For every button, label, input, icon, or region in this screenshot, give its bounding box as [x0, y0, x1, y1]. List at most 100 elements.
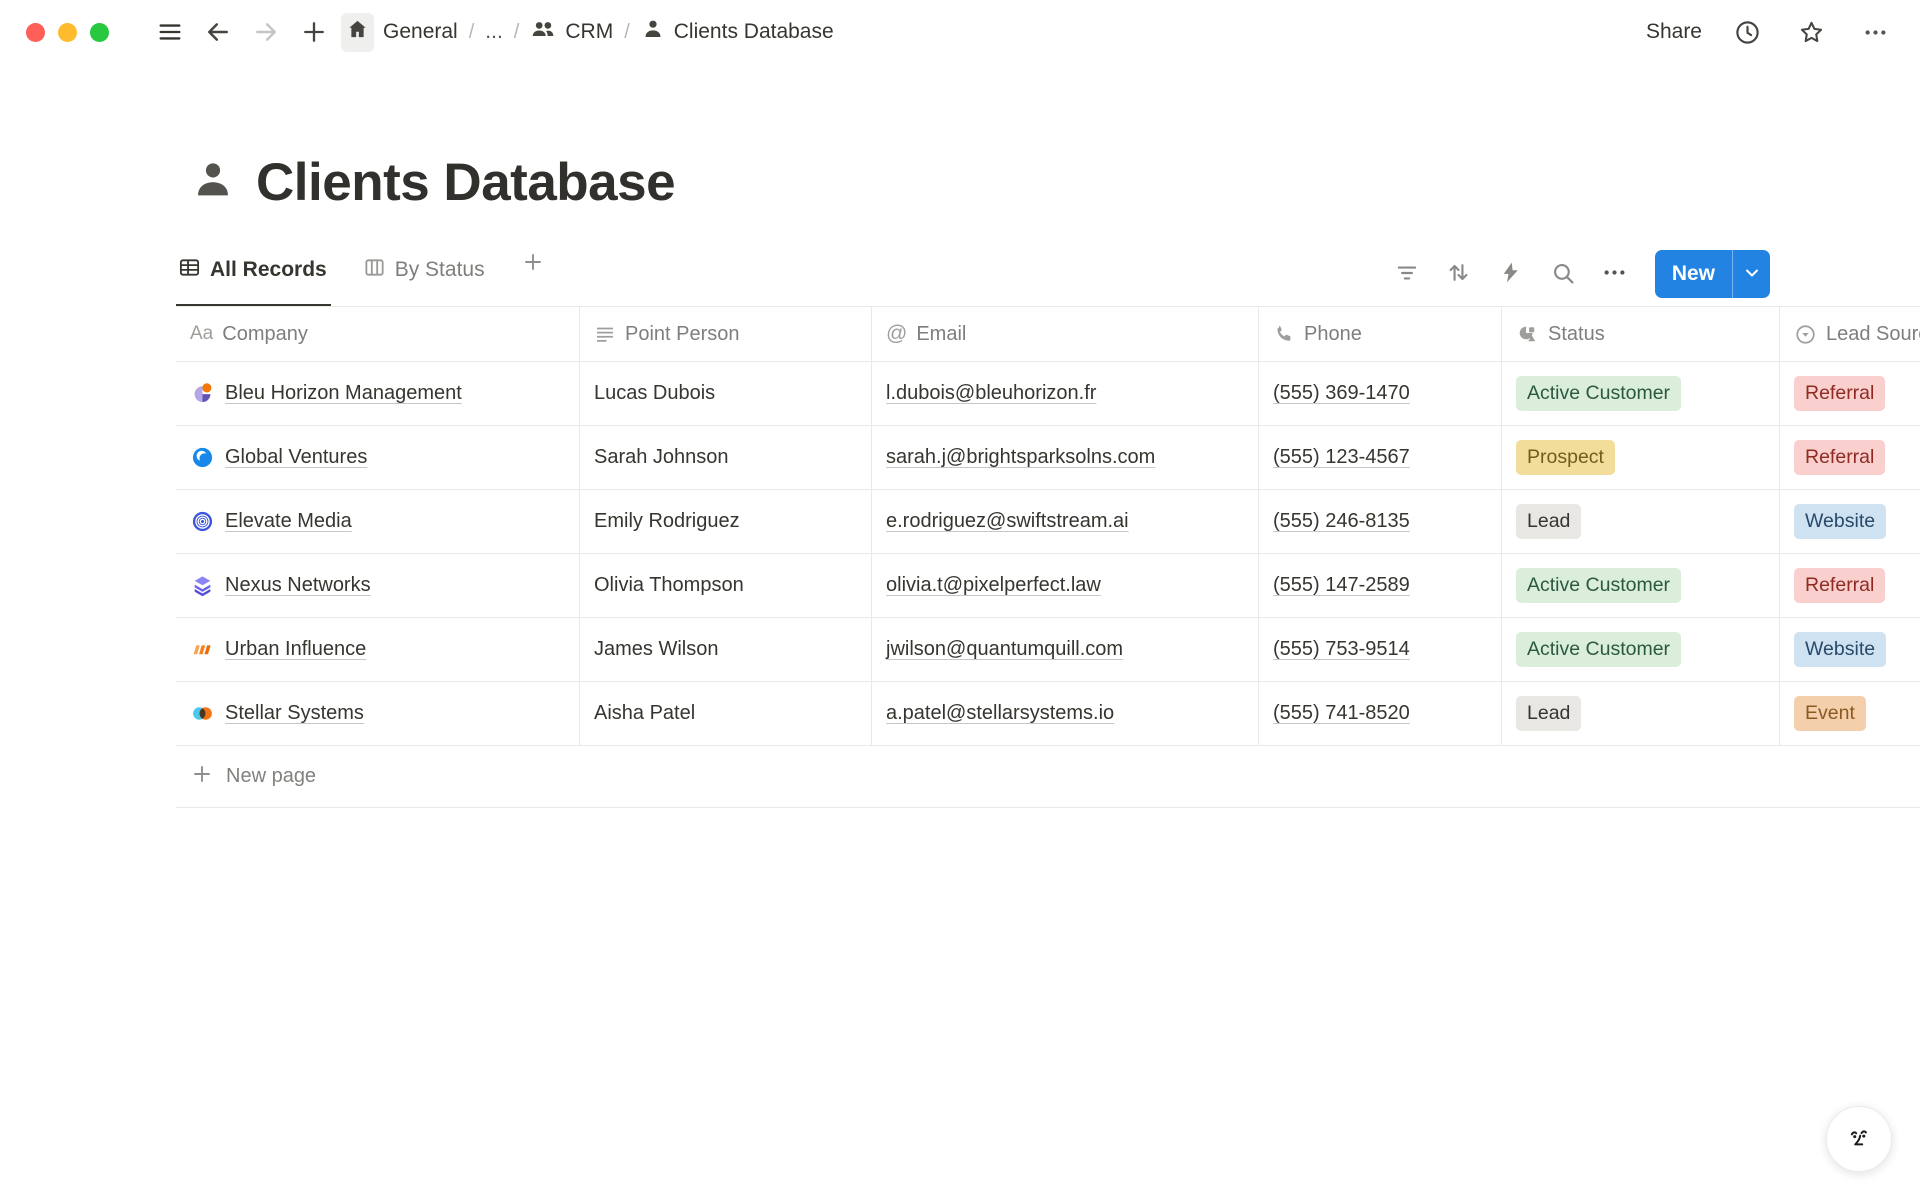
- column-header-company[interactable]: AaCompany: [176, 307, 580, 361]
- filter-button[interactable]: [1387, 254, 1427, 294]
- forward-button[interactable]: [247, 14, 285, 50]
- new-record-button[interactable]: New: [1655, 250, 1732, 298]
- lead-source-cell[interactable]: Website: [1780, 618, 1920, 681]
- phone-link[interactable]: (555) 369-1470: [1273, 382, 1410, 405]
- company-cell[interactable]: Nexus Networks: [176, 554, 580, 617]
- status-badge[interactable]: Prospect: [1516, 440, 1615, 474]
- close-window-button[interactable]: [26, 23, 45, 42]
- email-cell[interactable]: e.rodriguez@swiftstream.ai: [872, 490, 1259, 553]
- email-link[interactable]: jwilson@quantumquill.com: [886, 638, 1123, 661]
- phone-cell[interactable]: (555) 753-9514: [1259, 618, 1502, 681]
- breadcrumb-clients-database[interactable]: Clients Database: [641, 17, 834, 47]
- status-cell[interactable]: Lead: [1502, 490, 1780, 553]
- point-person-cell[interactable]: Aisha Patel: [580, 682, 872, 745]
- sidebar-menu-button[interactable]: [151, 14, 189, 50]
- status-badge[interactable]: Event: [1794, 696, 1866, 730]
- status-cell[interactable]: Lead: [1502, 682, 1780, 745]
- email-cell[interactable]: olivia.t@pixelperfect.law: [872, 554, 1259, 617]
- company-cell[interactable]: Urban Influence: [176, 618, 580, 681]
- add-view-button[interactable]: [519, 250, 549, 296]
- breadcrumb-collapsed[interactable]: ...: [485, 20, 503, 44]
- email-cell[interactable]: a.patel@stellarsystems.io: [872, 682, 1259, 745]
- email-link[interactable]: sarah.j@brightsparksolns.com: [886, 446, 1155, 469]
- phone-cell[interactable]: (555) 369-1470: [1259, 362, 1502, 425]
- company-page-link[interactable]: Stellar Systems: [225, 702, 364, 725]
- email-link[interactable]: a.patel@stellarsystems.io: [886, 702, 1114, 725]
- new-page-row[interactable]: New page: [176, 746, 1920, 808]
- point-person-cell[interactable]: Lucas Dubois: [580, 362, 872, 425]
- point-person-cell[interactable]: Olivia Thompson: [580, 554, 872, 617]
- notion-ai-button[interactable]: [1826, 1106, 1892, 1172]
- lead-source-cell[interactable]: Event: [1780, 682, 1920, 745]
- status-badge[interactable]: Active Customer: [1516, 568, 1681, 602]
- phone-cell[interactable]: (555) 123-4567: [1259, 426, 1502, 489]
- favorite-button[interactable]: [1792, 14, 1830, 50]
- lead-source-cell[interactable]: Referral: [1780, 362, 1920, 425]
- phone-link[interactable]: (555) 246-8135: [1273, 510, 1410, 533]
- page-title-person-icon[interactable]: [190, 157, 236, 208]
- status-badge[interactable]: Referral: [1794, 440, 1885, 474]
- column-header-phone[interactable]: Phone: [1259, 307, 1502, 361]
- phone-link[interactable]: (555) 741-8520: [1273, 702, 1410, 725]
- breadcrumb-crm[interactable]: CRM: [530, 16, 613, 48]
- phone-cell[interactable]: (555) 741-8520: [1259, 682, 1502, 745]
- sort-button[interactable]: [1439, 254, 1479, 294]
- column-header-status[interactable]: Status: [1502, 307, 1780, 361]
- history-button[interactable]: [1728, 14, 1766, 50]
- automation-button[interactable]: [1491, 254, 1531, 294]
- status-badge[interactable]: Website: [1794, 504, 1886, 538]
- point-person-cell[interactable]: Sarah Johnson: [580, 426, 872, 489]
- company-cell[interactable]: Bleu Horizon Management: [176, 362, 580, 425]
- lead-source-cell[interactable]: Referral: [1780, 554, 1920, 617]
- company-page-link[interactable]: Global Ventures: [225, 446, 367, 469]
- column-header-point-person[interactable]: Point Person: [580, 307, 872, 361]
- point-person-cell[interactable]: Emily Rodriguez: [580, 490, 872, 553]
- status-badge[interactable]: Lead: [1516, 504, 1581, 538]
- status-badge[interactable]: Active Customer: [1516, 376, 1681, 410]
- page-options-button[interactable]: [1856, 14, 1894, 50]
- zoom-window-button[interactable]: [90, 23, 109, 42]
- phone-cell[interactable]: (555) 147-2589: [1259, 554, 1502, 617]
- tab-all-records[interactable]: All Records: [176, 250, 331, 306]
- status-badge[interactable]: Referral: [1794, 376, 1885, 410]
- lead-source-cell[interactable]: Referral: [1780, 426, 1920, 489]
- new-record-dropdown-button[interactable]: [1733, 250, 1770, 298]
- lead-source-cell[interactable]: Website: [1780, 490, 1920, 553]
- phone-link[interactable]: (555) 123-4567: [1273, 446, 1410, 469]
- breadcrumb-general[interactable]: General: [341, 13, 458, 52]
- status-badge[interactable]: Referral: [1794, 568, 1885, 602]
- company-cell[interactable]: Elevate Media: [176, 490, 580, 553]
- company-page-link[interactable]: Elevate Media: [225, 510, 352, 533]
- company-page-link[interactable]: Nexus Networks: [225, 574, 371, 597]
- email-link[interactable]: olivia.t@pixelperfect.law: [886, 574, 1101, 597]
- email-link[interactable]: e.rodriguez@swiftstream.ai: [886, 510, 1129, 533]
- point-person-cell[interactable]: James Wilson: [580, 618, 872, 681]
- status-cell[interactable]: Prospect: [1502, 426, 1780, 489]
- minimize-window-button[interactable]: [58, 23, 77, 42]
- company-page-link[interactable]: Bleu Horizon Management: [225, 382, 462, 405]
- company-page-link[interactable]: Urban Influence: [225, 638, 366, 661]
- phone-link[interactable]: (555) 753-9514: [1273, 638, 1410, 661]
- share-button[interactable]: Share: [1646, 20, 1702, 44]
- column-header-email[interactable]: @Email: [872, 307, 1259, 361]
- new-tab-button[interactable]: [295, 14, 333, 50]
- search-button[interactable]: [1543, 254, 1583, 294]
- status-badge[interactable]: Lead: [1516, 696, 1581, 730]
- status-cell[interactable]: Active Customer: [1502, 554, 1780, 617]
- status-cell[interactable]: Active Customer: [1502, 362, 1780, 425]
- email-cell[interactable]: sarah.j@brightsparksolns.com: [872, 426, 1259, 489]
- page-title[interactable]: Clients Database: [256, 152, 675, 213]
- back-button[interactable]: [199, 14, 237, 50]
- email-link[interactable]: l.dubois@bleuhorizon.fr: [886, 382, 1096, 405]
- email-cell[interactable]: l.dubois@bleuhorizon.fr: [872, 362, 1259, 425]
- column-header-lead-source[interactable]: Lead Source: [1780, 307, 1920, 361]
- status-badge[interactable]: Active Customer: [1516, 632, 1681, 666]
- phone-cell[interactable]: (555) 246-8135: [1259, 490, 1502, 553]
- status-cell[interactable]: Active Customer: [1502, 618, 1780, 681]
- view-options-button[interactable]: [1595, 254, 1635, 294]
- tab-by-status[interactable]: By Status: [361, 250, 489, 306]
- company-cell[interactable]: Stellar Systems: [176, 682, 580, 745]
- status-badge[interactable]: Website: [1794, 632, 1886, 666]
- email-cell[interactable]: jwilson@quantumquill.com: [872, 618, 1259, 681]
- company-cell[interactable]: Global Ventures: [176, 426, 580, 489]
